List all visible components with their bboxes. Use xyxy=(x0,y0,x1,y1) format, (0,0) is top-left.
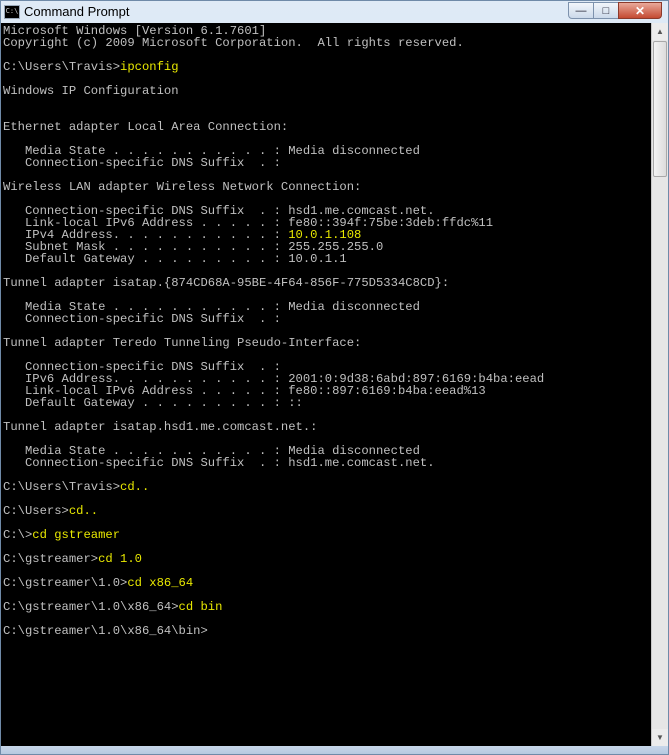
console-line: Default Gateway . . . . . . . . . : 10.0… xyxy=(3,253,347,265)
console-text: C:\Users\Travis> xyxy=(3,480,121,494)
console-text: Connection-specific DNS Suffix . : hsd1.… xyxy=(3,456,435,470)
console-text: C:\gstreamer\1.0\x86_64\bin> xyxy=(3,624,208,638)
console-line: C:\gstreamer\1.0>cd x86_64 xyxy=(3,577,193,589)
minimize-icon: — xyxy=(575,4,587,17)
window-title: Command Prompt xyxy=(24,4,130,19)
console-line: Ethernet adapter Local Area Connection: xyxy=(3,121,288,133)
console-line: Tunnel adapter isatap.{874CD68A-95BE-4F6… xyxy=(3,277,449,289)
console-line: Default Gateway . . . . . . . . . : :: xyxy=(3,397,303,409)
console-line: Connection-specific DNS Suffix . : xyxy=(3,157,281,169)
console-text: Windows IP Configuration xyxy=(3,84,179,98)
scroll-up-button[interactable]: ▲ xyxy=(652,23,668,40)
console-text: Wireless LAN adapter Wireless Network Co… xyxy=(3,180,362,194)
console-line: C:\Users>cd.. xyxy=(3,505,98,517)
console-text: C:\gstreamer\1.0> xyxy=(3,576,128,590)
console-line: Tunnel adapter isatap.hsd1.me.comcast.ne… xyxy=(3,421,318,433)
close-button[interactable]: ✕ xyxy=(618,2,662,19)
vertical-scrollbar[interactable]: ▲ ▼ xyxy=(651,23,668,746)
console-line: Copyright (c) 2009 Microsoft Corporation… xyxy=(3,37,464,49)
console-text: Connection-specific DNS Suffix . : xyxy=(3,312,281,326)
console-input-text: ipconfig xyxy=(120,60,179,74)
console-text: Copyright (c) 2009 Microsoft Corporation… xyxy=(3,36,464,50)
console-line: Windows IP Configuration xyxy=(3,85,179,97)
caption-buttons: — □ ✕ xyxy=(568,2,662,20)
console-text: Default Gateway . . . . . . . . . : :: xyxy=(3,396,303,410)
console-line: C:\Users\Travis>ipconfig xyxy=(3,61,179,73)
minimize-button[interactable]: — xyxy=(568,2,594,19)
console-line: Connection-specific DNS Suffix . : hsd1.… xyxy=(3,457,435,469)
console-input-text: cd 1.0 xyxy=(98,552,142,566)
console-input-text: cd.. xyxy=(68,504,99,518)
console-line: C:\Users\Travis>cd.. xyxy=(3,481,149,493)
console-text: Tunnel adapter isatap.{874CD68A-95BE-4F6… xyxy=(3,276,450,290)
console-input-text: cd bin xyxy=(178,600,223,614)
console-line: Tunnel adapter Teredo Tunneling Pseudo-I… xyxy=(3,337,361,349)
window-bottom-border xyxy=(1,746,668,754)
console-text: C:\gstreamer\1.0\x86_64> xyxy=(3,600,179,614)
console-text: Tunnel adapter isatap.hsd1.me.comcast.ne… xyxy=(3,420,318,434)
arrow-up-icon: ▲ xyxy=(656,27,664,36)
console-line: C:\gstreamer>cd 1.0 xyxy=(3,553,142,565)
console-text: Connection-specific DNS Suffix . : xyxy=(3,156,281,170)
console-output[interactable]: Microsoft Windows [Version 6.1.7601] Copy… xyxy=(1,23,651,746)
console-line: C:\gstreamer\1.0\x86_64\bin> xyxy=(3,625,208,637)
maximize-icon: □ xyxy=(602,4,610,17)
console-line: C:\>cd gstreamer xyxy=(3,529,120,541)
close-icon: ✕ xyxy=(634,3,646,18)
console-text: C:\Users> xyxy=(3,504,69,518)
console-text: Tunnel adapter Teredo Tunneling Pseudo-I… xyxy=(3,336,362,350)
console-text: C:\Users\Travis> xyxy=(3,60,121,74)
console-input-text: cd x86_64 xyxy=(127,576,194,590)
command-prompt-window: C:\ Command Prompt — □ ✕ Microsoft Windo… xyxy=(0,0,669,755)
title-bar[interactable]: C:\ Command Prompt — □ ✕ xyxy=(1,1,668,23)
console-text: Default Gateway . . . . . . . . . : 10.0… xyxy=(3,252,347,266)
console-text: C:\gstreamer> xyxy=(3,552,99,566)
console-text: Ethernet adapter Local Area Connection: xyxy=(3,120,289,134)
arrow-down-icon: ▼ xyxy=(656,733,664,742)
console-text: C:\> xyxy=(3,528,33,542)
scrollbar-thumb[interactable] xyxy=(653,41,667,177)
console-input-text: cd.. xyxy=(120,480,150,494)
console-line: C:\gstreamer\1.0\x86_64>cd bin xyxy=(3,601,222,613)
console-line: Wireless LAN adapter Wireless Network Co… xyxy=(3,181,361,193)
console-input-text: cd gstreamer xyxy=(32,528,121,542)
maximize-button[interactable]: □ xyxy=(593,2,619,19)
scroll-down-button[interactable]: ▼ xyxy=(652,729,668,746)
cmd-icon[interactable]: C:\ xyxy=(4,5,20,19)
console-line: Connection-specific DNS Suffix . : xyxy=(3,313,281,325)
